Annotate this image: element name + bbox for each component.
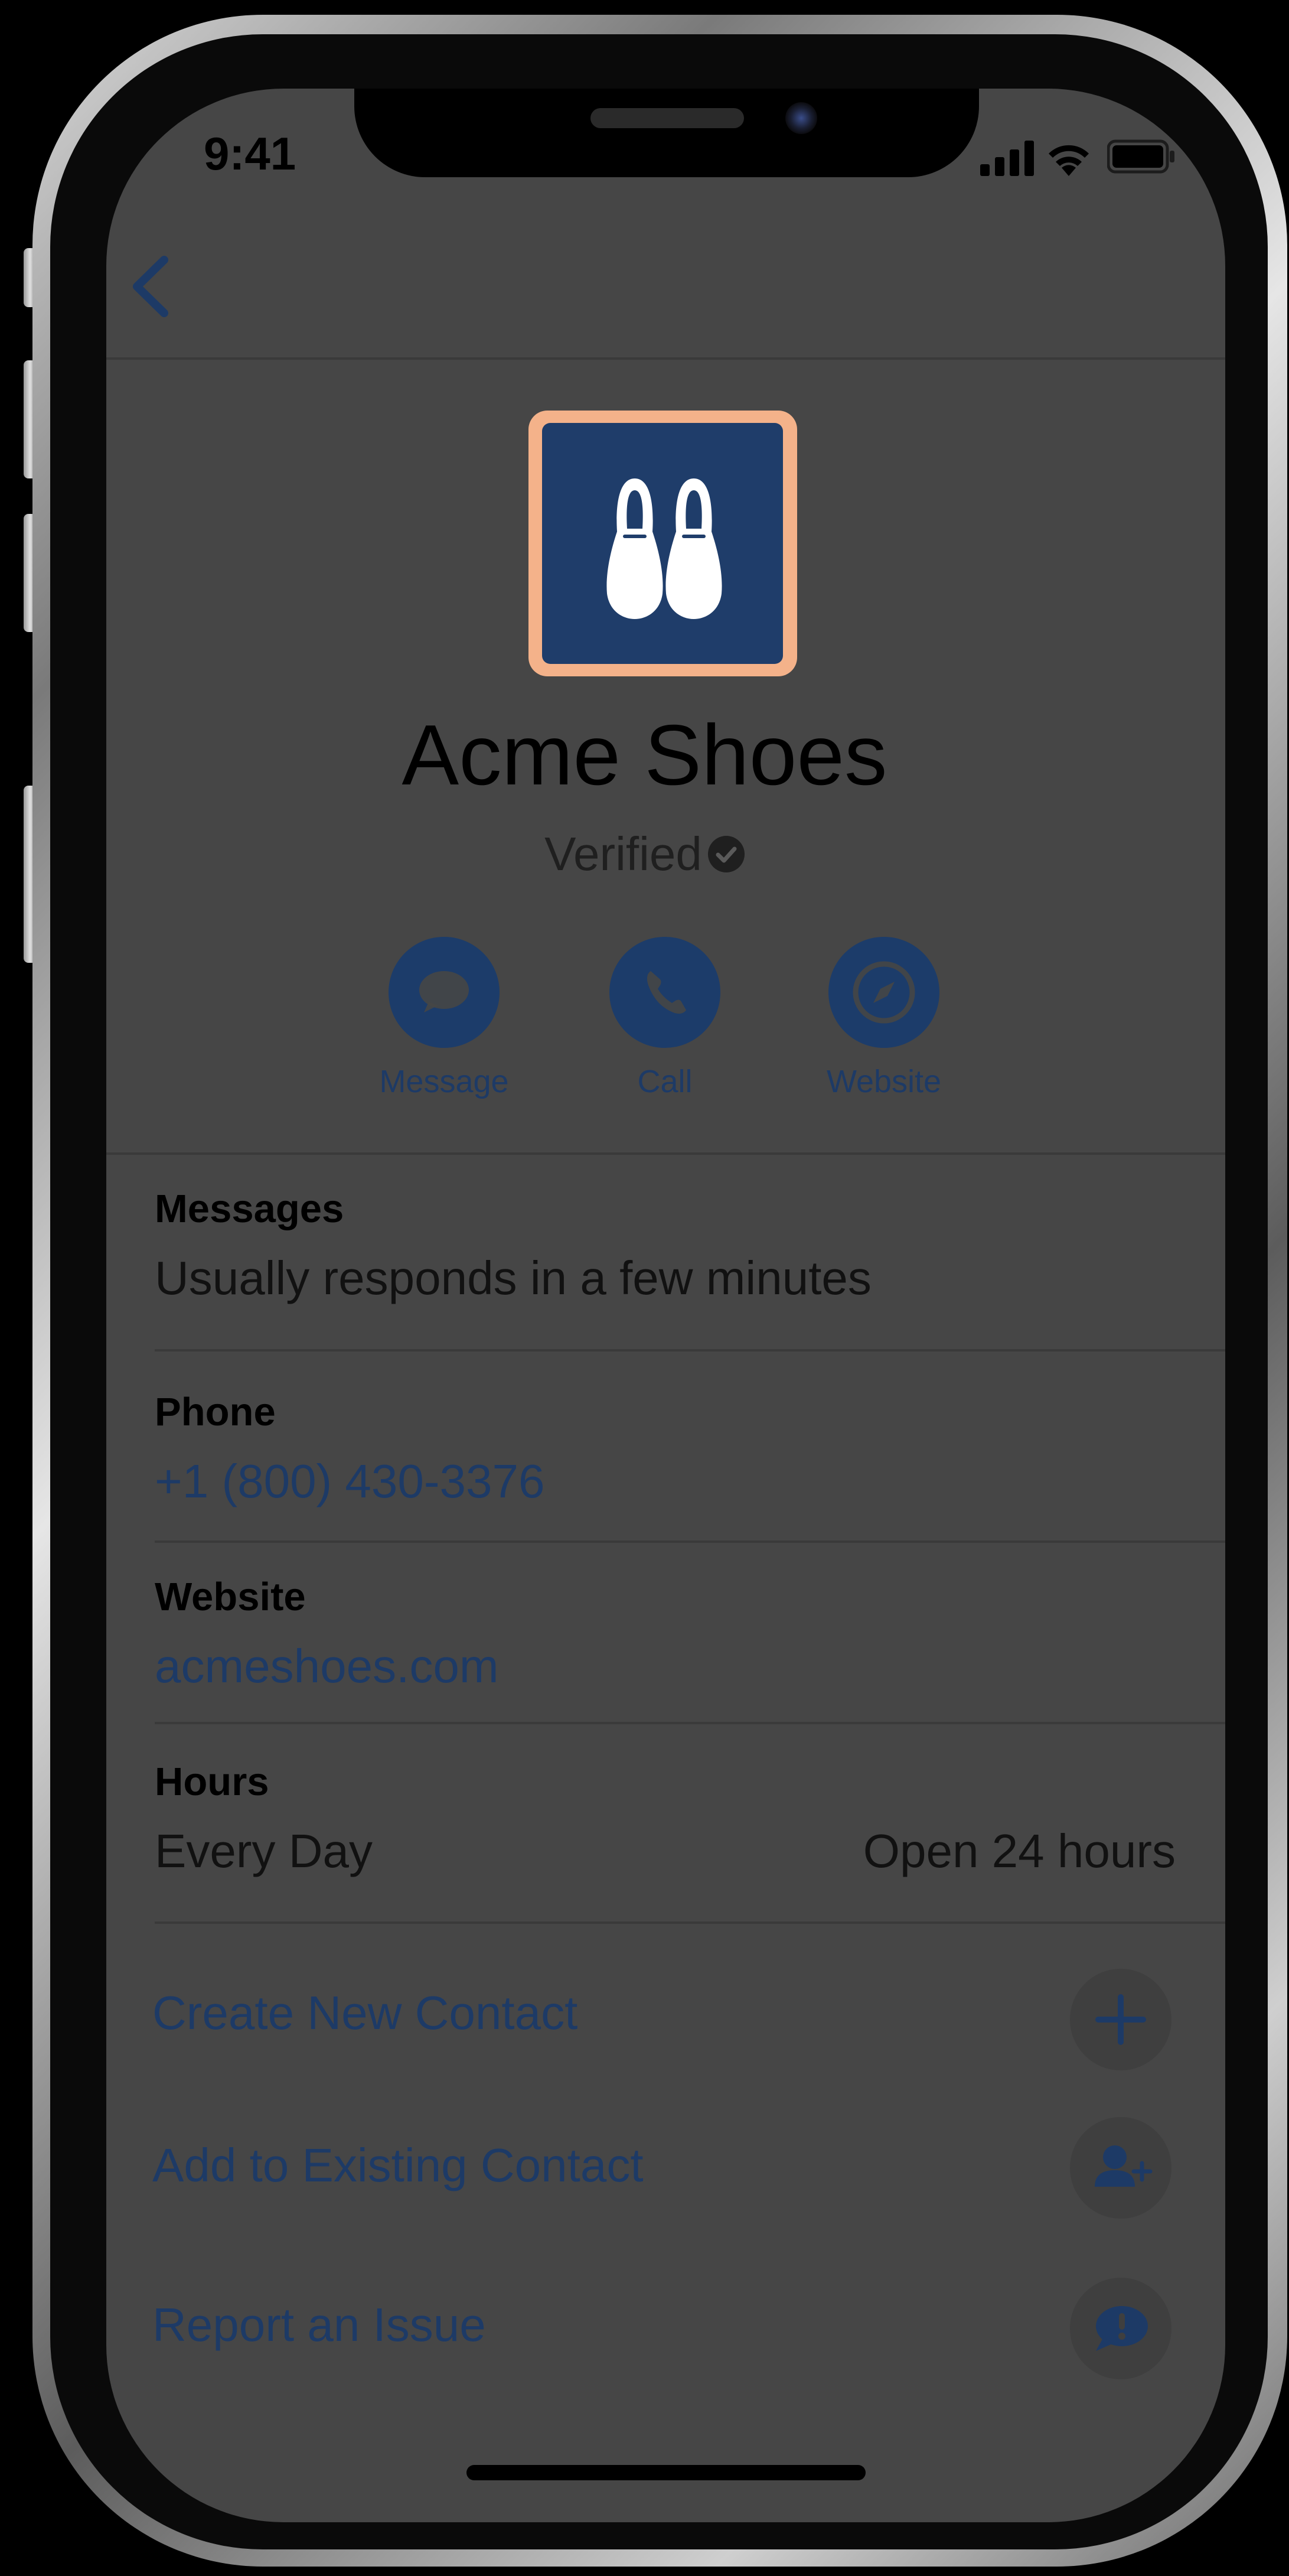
call-action-button[interactable]	[609, 937, 720, 1048]
divider	[155, 1922, 1225, 1924]
wifi-icon	[1049, 145, 1089, 176]
add-existing-icon-button[interactable]	[1070, 2117, 1171, 2219]
message-action-label[interactable]: Message	[326, 1063, 562, 1100]
messages-value: Usually responds in a few minutes	[155, 1252, 872, 1304]
website-label: Website	[155, 1575, 306, 1619]
phone-number-link[interactable]: +1 (800) 430-3376	[155, 1454, 545, 1509]
add-person-icon	[1095, 2145, 1153, 2187]
divider	[155, 1541, 1225, 1543]
notch	[354, 89, 979, 177]
report-an-issue-link[interactable]: Report an Issue	[152, 2298, 486, 2352]
website-action-label[interactable]: Website	[766, 1063, 1002, 1100]
phone-label: Phone	[155, 1390, 276, 1434]
verified-status: Verified	[0, 827, 1289, 881]
add-to-existing-contact-link[interactable]: Add to Existing Contact	[152, 2138, 644, 2193]
website-link[interactable]: acmeshoes.com	[155, 1639, 498, 1694]
hours-label: Hours	[155, 1760, 269, 1804]
exclamation-bubble-icon	[1096, 2306, 1148, 2351]
message-action-button[interactable]	[389, 937, 500, 1048]
front-camera	[785, 102, 817, 134]
website-action-button[interactable]	[828, 937, 939, 1048]
home-indicator[interactable]	[466, 2465, 866, 2480]
divider	[155, 1349, 1225, 1351]
header-divider	[106, 1152, 1225, 1155]
divider	[155, 1722, 1225, 1724]
verified-label: Verified	[544, 828, 702, 880]
verified-check-icon	[707, 835, 745, 872]
speaker-grille	[590, 108, 744, 128]
create-new-contact-link[interactable]: Create New Contact	[152, 1986, 577, 2040]
nav-divider	[106, 357, 1225, 360]
plus-icon	[1095, 1994, 1146, 2045]
battery-icon	[1107, 139, 1174, 174]
message-bubble-icon	[419, 971, 469, 1012]
business-name: Acme Shoes	[402, 707, 887, 803]
phone-icon	[647, 971, 686, 1014]
report-issue-icon-button[interactable]	[1070, 2278, 1171, 2379]
call-action-label[interactable]: Call	[547, 1063, 783, 1100]
cellular-signal-icon	[980, 141, 1034, 176]
back-chevron-icon[interactable]	[124, 248, 177, 325]
hours-time: Open 24 hours	[863, 1825, 1176, 1877]
shoes-icon	[606, 478, 722, 619]
compass-icon	[853, 961, 915, 1024]
status-time: 9:41	[204, 128, 296, 180]
hours-day: Every Day	[155, 1825, 373, 1877]
messages-label: Messages	[155, 1187, 344, 1231]
create-contact-icon-button[interactable]	[1070, 1969, 1171, 2070]
